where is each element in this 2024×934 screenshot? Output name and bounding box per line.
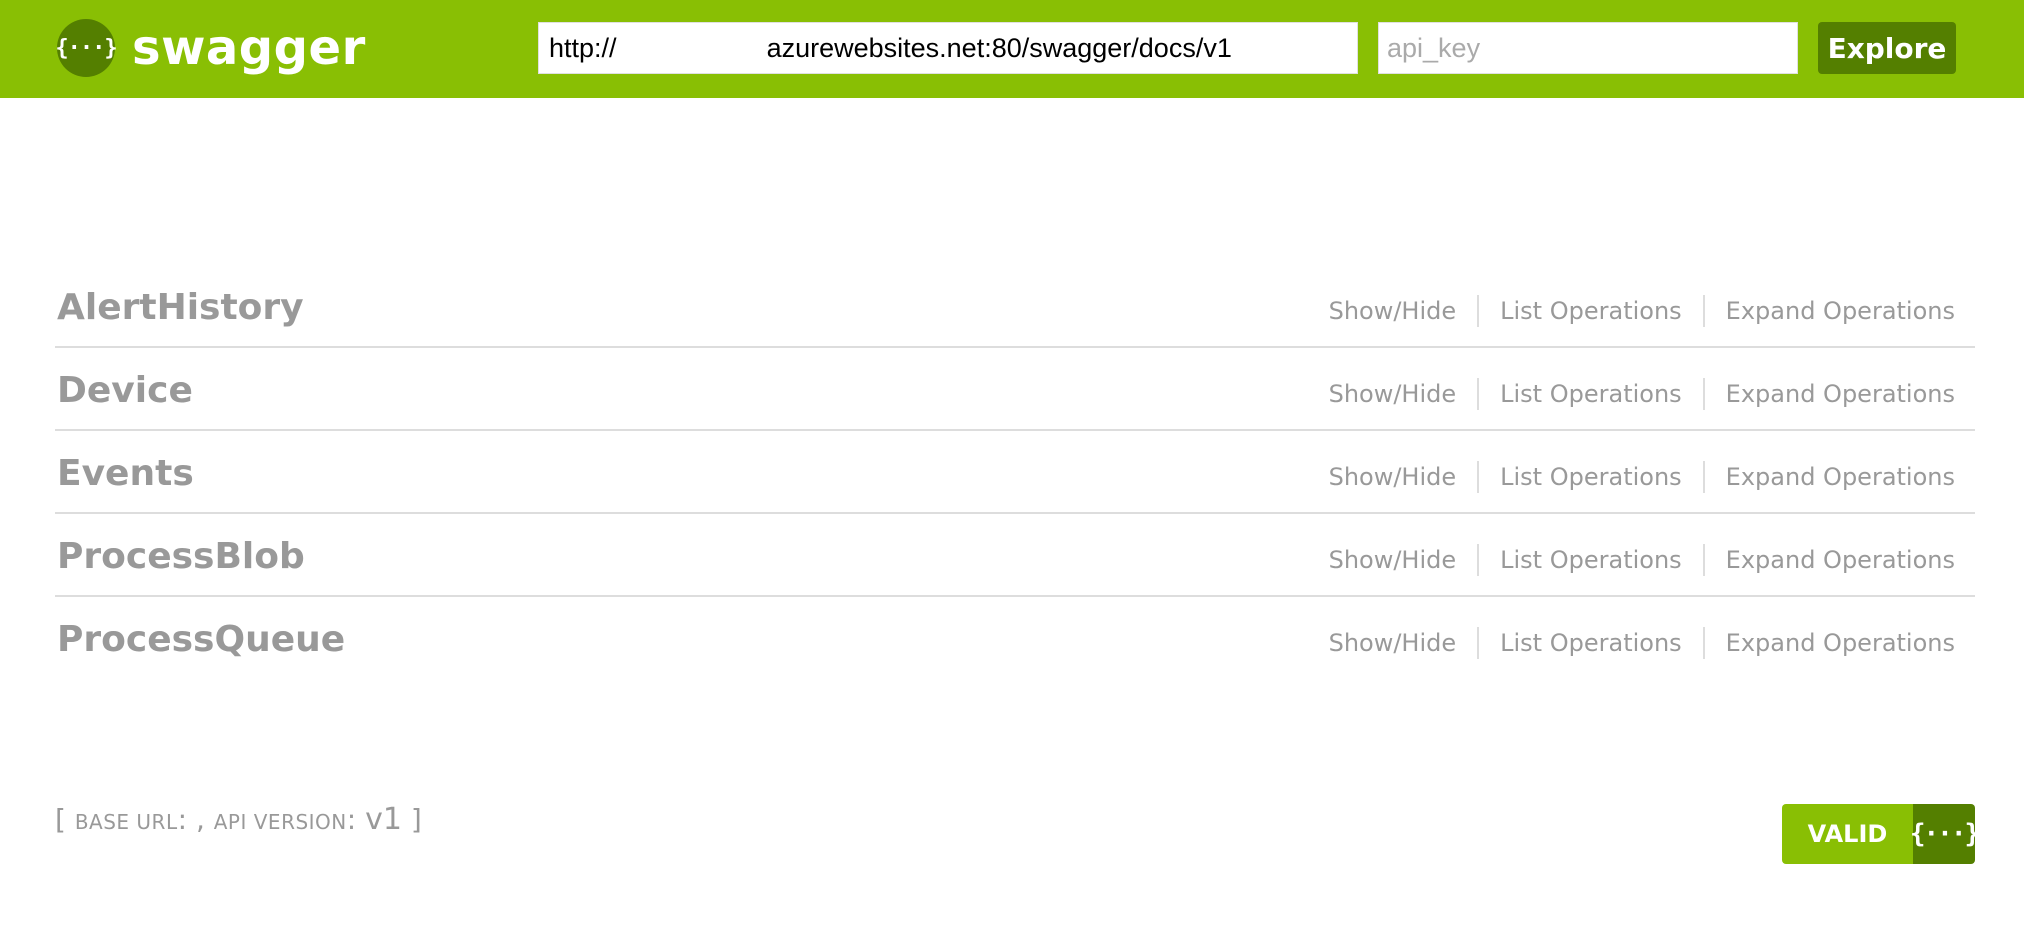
resource-name-link[interactable]: ProcessBlob: [57, 536, 305, 577]
expand-operations-link[interactable]: Expand Operations: [1726, 380, 1955, 408]
resource-row: ProcessQueue Show/Hide List Operations E…: [55, 597, 1975, 680]
resource-options: Show/Hide List Operations Expand Operati…: [1329, 544, 1955, 576]
list-operations-link[interactable]: List Operations: [1500, 297, 1682, 325]
explore-button[interactable]: Explore: [1818, 22, 1956, 74]
resource-name-link[interactable]: Events: [57, 453, 194, 494]
validator-label: VALID: [1782, 804, 1913, 864]
top-bar: {···} swagger Explore: [0, 0, 2024, 98]
resource-name-link[interactable]: AlertHistory: [57, 287, 304, 328]
expand-operations-link[interactable]: Expand Operations: [1726, 629, 1955, 657]
resource-options: Show/Hide List Operations Expand Operati…: [1329, 461, 1955, 493]
expand-operations-link[interactable]: Expand Operations: [1726, 546, 1955, 574]
show-hide-link[interactable]: Show/Hide: [1329, 546, 1457, 574]
swagger-brace-icon: {···}: [1910, 804, 1975, 864]
divider: [1477, 544, 1480, 576]
resource-row: ProcessBlob Show/Hide List Operations Ex…: [55, 514, 1975, 597]
resource-options: Show/Hide List Operations Expand Operati…: [1329, 295, 1955, 327]
list-operations-link[interactable]: List Operations: [1500, 463, 1682, 491]
expand-operations-link[interactable]: Expand Operations: [1726, 297, 1955, 325]
close-bracket: ]: [401, 803, 422, 836]
divider: [1702, 544, 1705, 576]
swagger-brace-icon: {···}: [55, 19, 118, 77]
api-url-input[interactable]: [538, 22, 1358, 74]
divider: [1477, 627, 1480, 659]
show-hide-link[interactable]: Show/Hide: [1329, 463, 1457, 491]
list-operations-link[interactable]: List Operations: [1500, 380, 1682, 408]
resource-row: Events Show/Hide List Operations Expand …: [55, 431, 1975, 514]
resource-row: Device Show/Hide List Operations Expand …: [55, 348, 1975, 431]
api-info-footer: [ BASE URL: , API VERSION: v1 ]: [55, 802, 422, 837]
resource-row: AlertHistory Show/Hide List Operations E…: [55, 265, 1975, 348]
api-version-separator: :: [346, 803, 366, 836]
base-url-label: BASE URL: [74, 810, 178, 834]
open-bracket: [: [55, 803, 75, 836]
resource-name-link[interactable]: ProcessQueue: [57, 619, 345, 660]
base-url-separator: : ,: [177, 803, 214, 836]
logo-text: swagger: [132, 20, 366, 76]
resource-options: Show/Hide List Operations Expand Operati…: [1329, 378, 1955, 410]
divider: [1702, 627, 1705, 659]
divider: [1702, 295, 1705, 327]
divider: [1702, 461, 1705, 493]
api-version-label: API VERSION: [213, 810, 347, 834]
show-hide-link[interactable]: Show/Hide: [1329, 380, 1457, 408]
expand-operations-link[interactable]: Expand Operations: [1726, 463, 1955, 491]
divider: [1477, 461, 1480, 493]
resource-list: AlertHistory Show/Hide List Operations E…: [55, 265, 1975, 680]
api-version-value: v1: [365, 802, 402, 837]
api-key-input[interactable]: [1378, 22, 1798, 74]
list-operations-link[interactable]: List Operations: [1500, 546, 1682, 574]
divider: [1477, 295, 1480, 327]
swagger-logo[interactable]: {···} swagger: [55, 19, 366, 77]
divider: [1477, 378, 1480, 410]
show-hide-link[interactable]: Show/Hide: [1329, 629, 1457, 657]
resource-name-link[interactable]: Device: [57, 370, 193, 411]
show-hide-link[interactable]: Show/Hide: [1329, 297, 1457, 325]
validator-badge[interactable]: VALID {···}: [1782, 804, 1975, 864]
divider: [1702, 378, 1705, 410]
list-operations-link[interactable]: List Operations: [1500, 629, 1682, 657]
resource-options: Show/Hide List Operations Expand Operati…: [1329, 627, 1955, 659]
